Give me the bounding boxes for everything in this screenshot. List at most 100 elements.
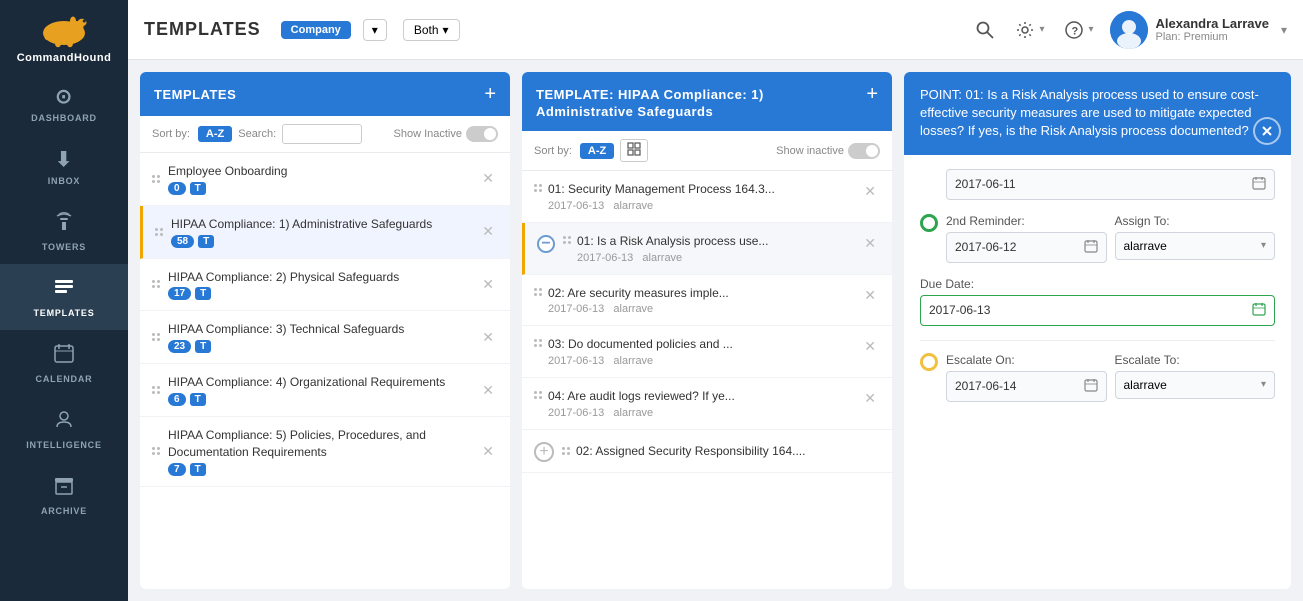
main-content: TEMPLATES Company ▾ Both ▾ ▾ ? ▾ <box>128 0 1303 601</box>
mid-list-item[interactable]: − 01: Is a Risk Analysis process use... … <box>522 223 892 275</box>
date2-input-wrap: 2017-06-12 <box>946 232 1107 263</box>
mid-item-content: 03: Do documented policies and ... 2017-… <box>548 336 860 367</box>
drag-handle <box>562 447 570 455</box>
list-item[interactable]: HIPAA Compliance: 2) Physical Safeguards… <box>140 259 510 312</box>
mid-item-close[interactable]: ✕ <box>860 285 880 306</box>
mid-list-item[interactable]: 03: Do documented policies and ... 2017-… <box>522 326 892 378</box>
yellow-status-dot <box>920 353 938 371</box>
due-date-input-wrap: 2017-06-13 <box>920 295 1275 326</box>
calendar-icon-2[interactable] <box>1084 239 1098 256</box>
mid-item-close[interactable]: ✕ <box>860 336 880 357</box>
logo-text: CommandHound <box>17 52 112 64</box>
mid-item-title: 04: Are audit logs reviewed? If ye... <box>548 388 860 405</box>
list-item[interactable]: HIPAA Compliance: 3) Technical Safeguard… <box>140 311 510 364</box>
sidebar-label-archive: ARCHIVE <box>41 506 87 516</box>
mid-show-inactive-toggle[interactable] <box>848 143 880 159</box>
drag-handle <box>155 228 163 236</box>
sidebar-item-dashboard[interactable]: ⊙ DASHBOARD <box>0 72 128 135</box>
calendar-icon-3[interactable] <box>1252 302 1266 319</box>
due-date-label: Due Date: <box>920 277 1275 291</box>
help-button[interactable]: ? ▾ <box>1060 16 1097 44</box>
assign2-select[interactable]: alarrave ▾ <box>1115 232 1276 260</box>
item-close-button[interactable]: ✕ <box>478 274 498 295</box>
badge-num: 0 <box>168 182 186 195</box>
sidebar-label-inbox: INBOX <box>48 176 81 186</box>
both-dropdown[interactable]: Both ▾ <box>403 19 460 41</box>
topbar-actions: ▾ ? ▾ Alexandra Larrave Plan: Premium ▾ <box>971 11 1287 49</box>
item-close-button[interactable]: ✕ <box>478 380 498 401</box>
add-sub-item-button[interactable]: + <box>534 442 554 462</box>
item-content: HIPAA Compliance: 2) Physical Safeguards… <box>168 269 478 301</box>
mid-item-close[interactable]: ✕ <box>860 181 880 202</box>
company-dropdown[interactable]: ▾ <box>363 19 387 41</box>
search-input[interactable] <box>282 124 362 144</box>
date1-input-wrap: 2017-06-11 <box>946 169 1275 200</box>
templates-add-button[interactable]: + <box>484 84 496 104</box>
list-item[interactable]: Employee Onboarding 0 T ✕ <box>140 153 510 206</box>
user-chevron: ▾ <box>1281 23 1287 37</box>
sidebar-item-templates[interactable]: TEMPLATES <box>0 264 128 330</box>
right-panel-close-button[interactable] <box>1253 117 1281 145</box>
mid-list-item[interactable]: 02: Are security measures imple... 2017-… <box>522 275 892 327</box>
mid-list-item[interactable]: 01: Security Management Process 164.3...… <box>522 171 892 223</box>
escalate-to-select[interactable]: alarrave ▾ <box>1115 371 1276 399</box>
templates-list: Employee Onboarding 0 T ✕ HIPAA Complian <box>140 153 510 589</box>
minus-button[interactable]: − <box>537 235 555 253</box>
right-panel-header: POINT: 01: Is a Risk Analysis process us… <box>904 72 1291 155</box>
sidebar-item-inbox[interactable]: ⬇ INBOX <box>0 135 128 198</box>
item-badges: 58 T <box>171 235 478 248</box>
sidebar-item-intelligence[interactable]: INTELLIGENCE <box>0 396 128 462</box>
mid-item-meta: 2017-06-13 alarrave <box>548 303 860 315</box>
badge-t: T <box>195 340 211 353</box>
sidebar-item-archive[interactable]: ARCHIVE <box>0 462 128 528</box>
escalate-to-col: Escalate To: alarrave ▾ <box>1115 353 1276 399</box>
mid-item-title: 02: Are security measures imple... <box>548 285 860 302</box>
item-close-button[interactable]: ✕ <box>478 441 498 462</box>
template-detail-add-button[interactable]: + <box>866 84 878 104</box>
item-badges: 6 T <box>168 393 478 406</box>
svg-text:?: ? <box>1072 25 1079 37</box>
help-chevron: ▾ <box>1088 24 1093 35</box>
mid-item-content: 01: Is a Risk Analysis process use... 20… <box>577 233 860 264</box>
sidebar-item-calendar[interactable]: CALENDAR <box>0 330 128 396</box>
mid-list-item-add[interactable]: + 02: Assigned Security Responsibility 1… <box>522 430 892 473</box>
company-chevron: ▾ <box>372 23 378 37</box>
list-item[interactable]: HIPAA Compliance: 4) Organizational Requ… <box>140 364 510 417</box>
sidebar: CommandHound ⊙ DASHBOARD ⬇ INBOX TOWERS … <box>0 0 128 601</box>
sort-by-label: Sort by: <box>152 128 190 140</box>
item-close-button[interactable]: ✕ <box>478 168 498 189</box>
user-section[interactable]: Alexandra Larrave Plan: Premium ▾ <box>1110 11 1287 49</box>
item-title: HIPAA Compliance: 4) Organizational Requ… <box>168 374 478 391</box>
item-close-button[interactable]: ✕ <box>478 221 498 242</box>
show-inactive-toggle[interactable] <box>466 126 498 142</box>
list-item[interactable]: HIPAA Compliance: 5) Policies, Procedure… <box>140 417 510 487</box>
template-detail-list: 01: Security Management Process 164.3...… <box>522 171 892 589</box>
calendar-icon-1[interactable] <box>1252 176 1266 193</box>
item-badges: 17 T <box>168 287 478 300</box>
mid-item-close[interactable]: ✕ <box>860 233 880 254</box>
sidebar-label-intelligence: INTELLIGENCE <box>26 440 102 450</box>
item-close-button[interactable]: ✕ <box>478 327 498 348</box>
mid-item-title: 03: Do documented policies and ... <box>548 336 860 353</box>
sort-az-button[interactable]: A-Z <box>198 126 232 142</box>
badge-num: 17 <box>168 287 191 300</box>
item-title: HIPAA Compliance: 2) Physical Safeguards <box>168 269 478 286</box>
sidebar-label-towers: TOWERS <box>42 242 86 252</box>
columns-area: TEMPLATES + Sort by: A-Z Search: Show In… <box>128 60 1303 601</box>
list-item[interactable]: HIPAA Compliance: 1) Administrative Safe… <box>140 206 510 259</box>
sidebar-item-towers[interactable]: TOWERS <box>0 198 128 264</box>
mid-sort-alt-button[interactable] <box>620 139 648 162</box>
drag-handle <box>152 447 160 455</box>
templates-toolbar: Sort by: A-Z Search: Show Inactive <box>140 116 510 153</box>
settings-chevron: ▾ <box>1039 24 1044 35</box>
both-chevron: ▾ <box>443 23 449 37</box>
badge-t: T <box>195 287 211 300</box>
mid-list-item[interactable]: 04: Are audit logs reviewed? If ye... 20… <box>522 378 892 430</box>
drag-handle <box>152 280 160 288</box>
calendar-icon-4[interactable] <box>1084 378 1098 395</box>
search-button[interactable] <box>971 16 999 44</box>
settings-button[interactable]: ▾ <box>1011 16 1048 44</box>
mid-sort-az-button[interactable]: A-Z <box>580 143 614 159</box>
mid-item-close[interactable]: ✕ <box>860 388 880 409</box>
reminder2-col: 2nd Reminder: 2017-06-12 <box>946 214 1107 263</box>
